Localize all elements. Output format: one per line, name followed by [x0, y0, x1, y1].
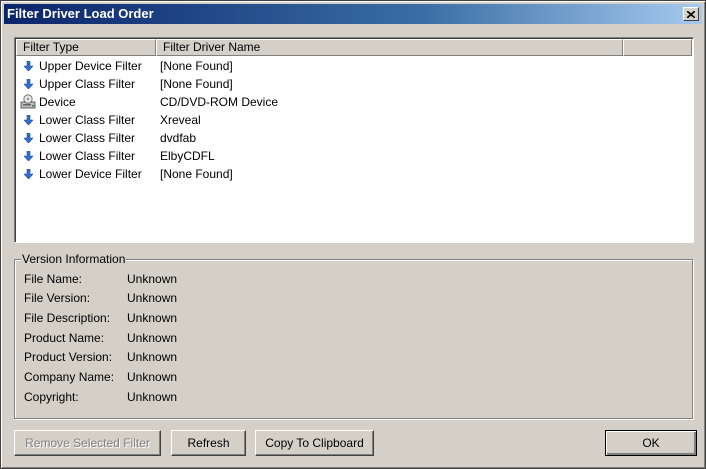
driver-name-cell: Xreveal [160, 113, 201, 127]
down-arrow-icon [20, 130, 36, 146]
copy-to-clipboard-button[interactable]: Copy To Clipboard [255, 430, 374, 456]
dialog-window: Filter Driver Load Order Filter Type Fil… [0, 0, 706, 469]
filter-type-cell: Lower Class Filter [16, 130, 160, 146]
window-title: Filter Driver Load Order [7, 6, 154, 21]
down-arrow-icon [20, 166, 36, 182]
column-header-driver-name[interactable]: Filter Driver Name [156, 39, 623, 56]
driver-name-cell: dvdfab [160, 131, 197, 145]
version-info-label: Product Version: [24, 350, 113, 364]
filter-type-cell: Upper Class Filter [16, 76, 160, 92]
list-row[interactable]: Lower Class Filter dvdfab [16, 129, 692, 147]
column-header-filter-type[interactable]: Filter Type [16, 39, 156, 56]
filter-type-text: Lower Class Filter [39, 113, 136, 127]
filter-type-text: Lower Class Filter [39, 131, 136, 145]
version-info-value: Unknown [127, 291, 178, 305]
list-row[interactable]: Lower Class Filter Xreveal [16, 111, 692, 129]
down-arrow-icon [20, 148, 36, 164]
version-info-value: Unknown [127, 370, 178, 384]
list-row[interactable]: Upper Class Filter [None Found] [16, 75, 692, 93]
version-info-value: Unknown [127, 350, 178, 364]
close-icon [687, 10, 695, 18]
version-info-label: File Name: [24, 272, 83, 286]
list-row[interactable]: Lower Device Filter [None Found] [16, 165, 692, 183]
list-rows: Upper Device Filter [None Found] Upper Cla… [16, 57, 692, 183]
version-info-value: Unknown [127, 331, 178, 345]
title-bar[interactable]: Filter Driver Load Order [4, 4, 702, 24]
filter-type-cell: Lower Device Filter [16, 166, 160, 182]
version-info-value: Unknown [127, 311, 178, 325]
filter-type-cell: Upper Device Filter [16, 58, 160, 74]
column-header-filler [623, 39, 692, 56]
down-arrow-icon [20, 76, 36, 92]
close-button[interactable] [683, 7, 699, 21]
cdrom-drive-icon [20, 94, 36, 110]
filter-type-text: Upper Device Filter [39, 59, 142, 73]
list-row[interactable]: Device CD/DVD-ROM Device [16, 93, 692, 111]
filter-type-text: Lower Device Filter [39, 167, 142, 181]
version-info-value: Unknown [127, 390, 178, 404]
filter-type-text: Lower Class Filter [39, 149, 136, 163]
version-info-label: Product Name: [24, 331, 105, 345]
filter-type-cell: Lower Class Filter [16, 148, 160, 164]
list-row[interactable]: Lower Class Filter ElbyCDFL [16, 147, 692, 165]
ok-button[interactable]: OK [605, 430, 697, 456]
version-info-label: Copyright: [24, 390, 79, 404]
list-row[interactable]: Upper Device Filter [None Found] [16, 57, 692, 75]
refresh-button[interactable]: Refresh [171, 430, 246, 456]
list-header: Filter Type Filter Driver Name [16, 39, 692, 56]
version-info-label: Company Name: [24, 370, 115, 384]
version-info-label: File Version: [24, 291, 91, 305]
driver-name-cell: [None Found] [160, 59, 233, 73]
driver-name-cell: [None Found] [160, 77, 233, 91]
driver-name-cell: ElbyCDFL [160, 149, 215, 163]
filter-type-text: Device [39, 95, 76, 109]
version-info-value: Unknown [127, 272, 178, 286]
filter-type-text: Upper Class Filter [39, 77, 136, 91]
driver-name-cell: [None Found] [160, 167, 233, 181]
down-arrow-icon [20, 112, 36, 128]
filter-type-cell: Lower Class Filter [16, 112, 160, 128]
version-info-legend: Version Information [21, 252, 127, 266]
filter-list[interactable]: Filter Type Filter Driver Name Upper Dev… [14, 37, 694, 243]
driver-name-cell: CD/DVD-ROM Device [160, 95, 279, 109]
filter-type-cell: Device [16, 94, 160, 110]
version-info-group: Version Information File Name: Unknown Fil… [14, 252, 693, 419]
down-arrow-icon [20, 58, 36, 74]
version-info-label: File Description: [24, 311, 111, 325]
remove-selected-filter-button[interactable]: Remove Selected Filter [14, 430, 161, 456]
